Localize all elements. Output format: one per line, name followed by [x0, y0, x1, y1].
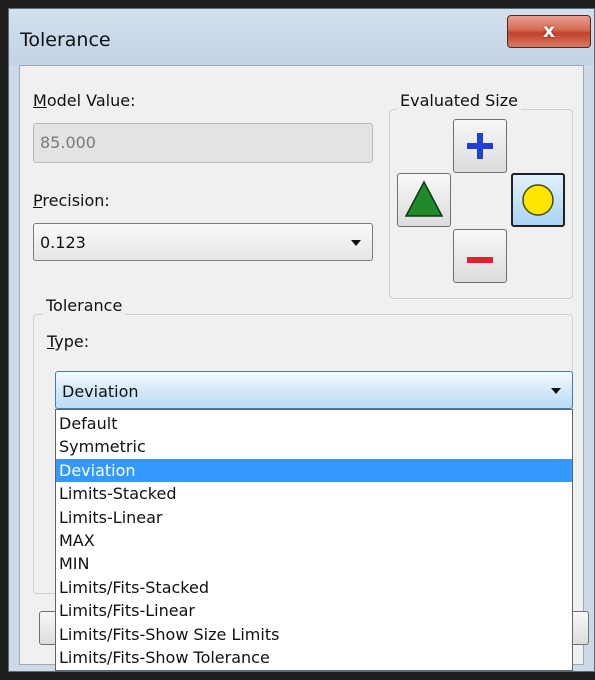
nominal-size-button[interactable] — [511, 173, 565, 227]
dropdown-option[interactable]: Limits/Fits-Linear — [56, 599, 572, 622]
model-value-field: 85.000 — [33, 123, 373, 163]
precision-value: 0.123 — [40, 233, 86, 252]
chevron-down-icon — [551, 388, 561, 394]
dropdown-option[interactable]: Limits-Linear — [56, 506, 572, 529]
close-button[interactable]: x — [507, 15, 591, 48]
dropdown-option[interactable]: MIN — [56, 552, 572, 575]
dropdown-option[interactable]: Limits/Fits-Show Size Limits — [56, 623, 572, 646]
tolerance-type-value: Deviation — [62, 382, 139, 401]
tolerance-type-select[interactable]: Deviation — [55, 371, 573, 409]
precision-select[interactable]: 0.123 — [33, 223, 373, 261]
close-icon: x — [542, 20, 556, 42]
title-bar[interactable]: Tolerance x — [9, 9, 594, 65]
dropdown-option[interactable]: Symmetric — [56, 435, 572, 458]
chevron-down-icon — [351, 240, 361, 246]
dropdown-option[interactable]: Limits/Fits-Show Tolerance — [56, 646, 572, 669]
lower-size-button[interactable] — [453, 229, 507, 283]
precision-label: Precision: — [33, 191, 110, 210]
dropdown-option[interactable]: Limits/Fits-Stacked — [56, 576, 572, 599]
evaluated-size-label: Evaluated Size — [397, 91, 521, 110]
dropdown-option[interactable]: Deviation — [56, 458, 572, 483]
tolerance-type-dropdown-list: Default Symmetric Deviation Limits-Stacked L… — [55, 409, 573, 671]
upper-size-button[interactable] — [453, 119, 507, 173]
window-title: Tolerance — [20, 29, 111, 51]
min-size-button[interactable] — [397, 173, 451, 227]
triangle-icon — [404, 180, 444, 217]
tolerance-dialog: Tolerance x Model Value: 85.000 Precisio… — [8, 8, 595, 672]
circle-icon — [522, 184, 554, 216]
minus-icon — [467, 257, 493, 263]
plus-icon — [467, 133, 493, 159]
model-value-label: Model Value: — [33, 91, 136, 110]
dropdown-option[interactable]: Default — [56, 412, 572, 435]
tolerance-group-label: Tolerance — [43, 296, 126, 315]
type-label: Type: — [47, 332, 90, 351]
dropdown-option[interactable]: Limits-Stacked — [56, 482, 572, 505]
dropdown-option[interactable]: MAX — [56, 529, 572, 552]
